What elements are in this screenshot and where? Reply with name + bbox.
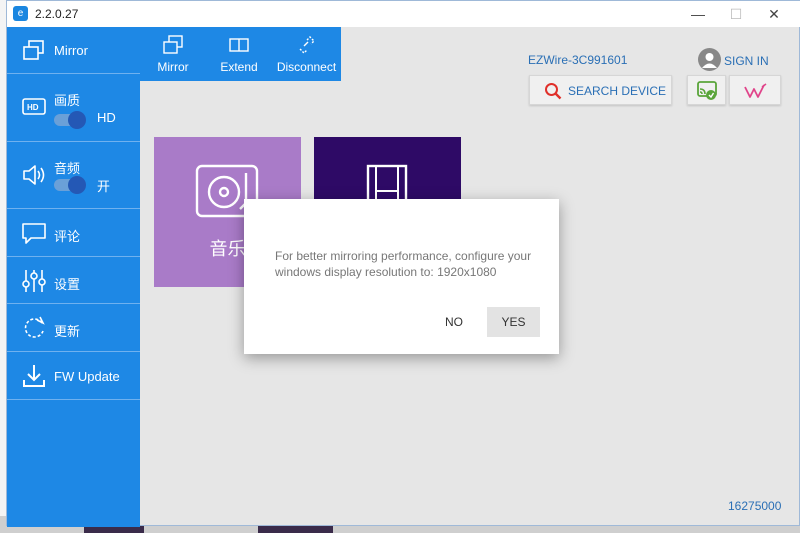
sidebar-item-label: 评论 xyxy=(54,229,81,244)
quality-toggle[interactable] xyxy=(54,111,86,129)
sidebar-item-quality[interactable]: HD 画质 HD xyxy=(7,74,140,142)
sidebar-item-refresh[interactable]: 更新 xyxy=(7,304,140,352)
sidebar-item-fw-update[interactable]: FW Update xyxy=(7,352,140,400)
sidebar-item-label: 设置 xyxy=(54,277,81,292)
search-device-button[interactable]: SEARCH DEVICE xyxy=(529,75,672,105)
mirror-icon xyxy=(23,40,44,60)
mode-button-label: Disconnect xyxy=(276,60,337,74)
mode-button-label: Extend xyxy=(220,60,258,74)
cast-button[interactable] xyxy=(687,75,726,105)
speaker-icon xyxy=(23,165,45,185)
serial-number: 16275000 xyxy=(728,499,782,513)
dialog-message: For better mirroring performance, config… xyxy=(275,249,532,279)
sidebar-item-settings[interactable]: 设置 xyxy=(7,257,140,304)
resolution-dialog: For better mirroring performance, config… xyxy=(244,199,559,354)
sidebar-item-label: 更新 xyxy=(54,324,81,339)
dialog-yes-button[interactable]: YES xyxy=(487,307,540,337)
mirror-icon xyxy=(163,35,183,54)
minimize-button[interactable]: — xyxy=(683,3,713,25)
sidebar-item-label: FW Update xyxy=(54,369,120,384)
sidebar-item-comment[interactable]: 评论 xyxy=(7,209,140,257)
mode-disconnect-button[interactable]: Disconnect xyxy=(272,27,341,81)
search-device-label: SEARCH DEVICE xyxy=(568,84,667,98)
sidebar-item-mirror[interactable]: Mirror xyxy=(7,27,140,74)
toggle-knob xyxy=(68,176,86,194)
audio-value: 开 xyxy=(97,179,111,194)
sidebar: Mirror HD 画质 HD 音频 开 评论 设置 更新 FW Update xyxy=(7,27,140,527)
avatar-icon xyxy=(698,48,721,71)
sidebar-item-label: 画质 xyxy=(54,93,81,108)
disconnect-icon xyxy=(299,36,315,54)
sidebar-item-label: 音频 xyxy=(54,161,81,176)
hd-icon: HD xyxy=(22,98,46,115)
audio-toggle[interactable] xyxy=(54,176,86,194)
svg-text:HD: HD xyxy=(27,103,39,112)
app-window: e 2.2.0.27 — ☐ ✕ Mirror HD 画质 HD 音频 开 评论… xyxy=(6,0,800,527)
comment-icon xyxy=(22,223,46,244)
cast-icon xyxy=(697,81,717,100)
toggle-knob xyxy=(68,111,86,129)
sidebar-item-label: Mirror xyxy=(54,43,88,58)
download-icon xyxy=(23,365,45,387)
mode-toolbar: Mirror Extend Disconnect xyxy=(140,27,341,81)
sign-in-label: SIGN IN xyxy=(724,54,769,68)
mode-extend-button[interactable]: Extend xyxy=(206,27,272,81)
quality-value: HD xyxy=(97,110,116,125)
maximize-button[interactable]: ☐ xyxy=(721,3,751,25)
mode-mirror-button[interactable]: Mirror xyxy=(140,27,206,81)
device-name: EZWire-3C991601 xyxy=(528,53,628,67)
extend-icon xyxy=(229,38,249,52)
mode-button-label: Mirror xyxy=(157,60,189,74)
sliders-icon xyxy=(22,270,46,292)
brand-button[interactable] xyxy=(729,75,781,105)
refresh-icon xyxy=(24,316,45,338)
app-version: 2.2.0.27 xyxy=(35,7,79,21)
sidebar-item-audio[interactable]: 音频 开 xyxy=(7,142,140,209)
dialog-no-button[interactable]: NO xyxy=(434,307,474,337)
search-icon xyxy=(545,83,562,100)
brand-logo-icon xyxy=(744,83,767,98)
app-logo-icon: e xyxy=(13,6,28,21)
title-bar: e 2.2.0.27 — ☐ ✕ xyxy=(7,1,800,27)
close-button[interactable]: ✕ xyxy=(759,3,789,25)
